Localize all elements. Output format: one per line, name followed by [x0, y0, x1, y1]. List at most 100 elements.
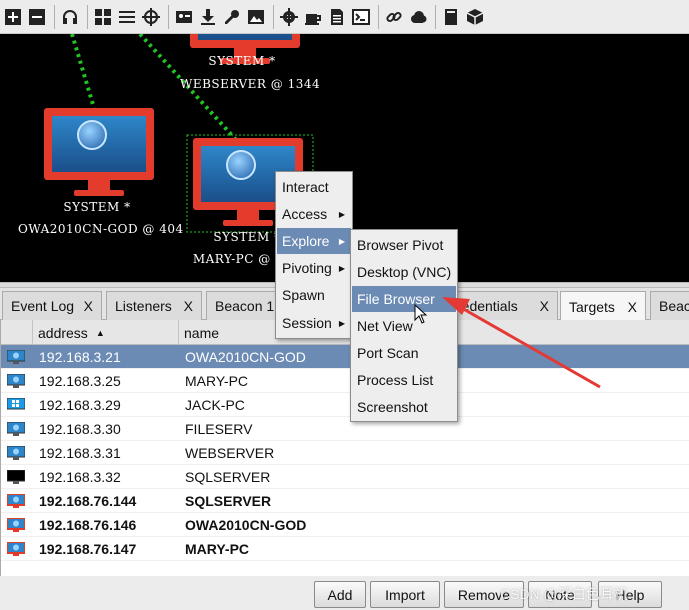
monitor-icon — [190, 34, 300, 48]
menu-item-label: Explore — [282, 233, 330, 249]
cell-address: 192.168.3.30 — [39, 421, 121, 437]
menu-item-interact[interactable]: Interact — [277, 174, 351, 200]
host-mary-label: MARY-PC @ 1 — [192, 252, 284, 266]
submenu-arrow-icon: ▶ — [338, 318, 345, 328]
cell-address: 192.168.3.29 — [39, 397, 121, 413]
cell-name: MARY-PC — [185, 373, 249, 389]
menu-item-pivoting[interactable]: Pivoting ▶ — [277, 255, 351, 281]
close-icon[interactable]: X — [628, 299, 637, 315]
sort-ascending-icon: ▲ — [95, 327, 105, 338]
annotation-arrow-icon — [442, 297, 601, 389]
list-view-icon[interactable] — [116, 4, 138, 30]
toolbar-separator — [378, 4, 379, 29]
compromised-host-icon — [6, 493, 26, 508]
coffee-icon[interactable] — [302, 4, 324, 30]
toolbar — [0, 0, 689, 34]
plus-icon[interactable] — [2, 4, 24, 30]
column-address[interactable]: address ▲ — [33, 320, 179, 345]
menu-item-screenshot[interactable]: Screenshot — [352, 394, 456, 420]
menu-item-label: Session — [282, 315, 332, 331]
cell-address: 192.168.76.147 — [39, 541, 137, 557]
table-row[interactable]: 192.168.3.30 FILESERV — [1, 417, 689, 441]
minus-icon[interactable] — [26, 4, 48, 30]
tab-label: Beac — [659, 298, 689, 314]
compromised-host-icon — [6, 517, 26, 532]
windows-host-icon — [6, 397, 26, 412]
submenu-arrow-icon: ▶ — [338, 209, 345, 219]
document-icon[interactable] — [326, 4, 348, 30]
toolbar-separator — [54, 4, 55, 29]
graph-view-icon[interactable] — [92, 4, 114, 30]
tab-event-log[interactable]: Event Log X — [2, 291, 102, 320]
menu-item-session[interactable]: Session ▶ — [277, 310, 351, 336]
menu-item-explore[interactable]: Explore ▶ — [277, 228, 351, 254]
tab-listeners[interactable]: Listeners X — [106, 291, 202, 320]
host-webserver-user: SYSTEM * — [208, 54, 276, 68]
cell-address: 192.168.76.144 — [39, 493, 137, 509]
host-mary-user: SYSTEM * — [213, 230, 281, 244]
mouse-cursor-icon — [414, 304, 428, 324]
table-row[interactable]: 192.168.3.29 JACK-PC — [1, 393, 689, 417]
host-webserver-label: WEBSERVER @ 1344 — [180, 77, 321, 91]
windows-host-icon — [6, 445, 26, 460]
image-icon[interactable] — [245, 4, 267, 30]
cell-address: 192.168.3.21 — [39, 349, 121, 365]
cell-address: 192.168.76.146 — [39, 517, 137, 533]
table-row[interactable]: 192.168.76.144 SQLSERVER — [1, 489, 689, 513]
menu-item-access[interactable]: Access ▶ — [277, 201, 351, 227]
menu-item-label: Pivoting — [282, 260, 332, 276]
download-icon[interactable] — [197, 4, 219, 30]
cell-name: SQLSERVER — [185, 493, 272, 509]
monitor-icon — [44, 108, 154, 180]
gear-icon[interactable] — [278, 4, 300, 30]
app-window: SYSTEM * WEBSERVER @ 1344 SYSTEM * OWA20… — [0, 0, 689, 610]
cell-name: OWA2010CN-GOD — [185, 517, 307, 533]
menu-item-browser-pivot[interactable]: Browser Pivot — [352, 232, 456, 258]
add-button[interactable]: Add — [314, 581, 366, 608]
tab-label: Listeners — [115, 298, 172, 314]
context-menu: Interact Access ▶ Explore ▶ Pivoting ▶ Spaw… — [275, 171, 353, 339]
book-icon[interactable] — [440, 4, 462, 30]
windows-host-icon — [6, 373, 26, 388]
import-button[interactable]: Import — [370, 581, 440, 608]
toolbar-separator — [168, 4, 169, 29]
compromised-host-icon — [6, 541, 26, 556]
windows-host-icon — [6, 349, 26, 364]
id-card-icon[interactable] — [173, 4, 195, 30]
table-row[interactable]: 192.168.76.146 OWA2010CN-GOD — [1, 513, 689, 537]
close-icon[interactable]: X — [84, 298, 93, 314]
cell-name: MARY-PC — [185, 541, 250, 557]
headphones-icon[interactable] — [59, 4, 81, 30]
cell-address: 192.168.3.32 — [39, 469, 121, 485]
toolbar-separator — [273, 4, 274, 29]
terminal-icon[interactable] — [350, 4, 372, 30]
column-label: address — [38, 324, 88, 341]
menu-item-spawn[interactable]: Spawn — [277, 282, 351, 308]
cell-name: WEBSERVER — [185, 445, 275, 461]
link-icon[interactable] — [383, 4, 405, 30]
host-owa-label: OWA2010CN-GOD @ 404 — [18, 222, 184, 236]
cell-name: JACK-PC — [185, 397, 245, 413]
cloud-icon[interactable] — [407, 4, 429, 30]
cell-name: SQLSERVER — [185, 469, 271, 485]
key-icon[interactable] — [221, 4, 243, 30]
column-label: name — [184, 324, 220, 341]
crosshair-icon[interactable] — [140, 4, 162, 30]
tab-label: Event Log — [11, 298, 75, 314]
unknown-host-icon — [6, 469, 26, 484]
watermark: CSDN @深白色耳机 — [500, 586, 628, 602]
table-row[interactable]: 192.168.76.147 MARY-PC — [1, 537, 689, 561]
toolbar-separator — [87, 4, 88, 29]
table-row[interactable]: 192.168.3.32 SQLSERVER — [1, 465, 689, 489]
column-icon[interactable] — [1, 320, 33, 345]
tab-label: Beacon 1 — [215, 298, 275, 314]
menu-item-label: Access — [282, 206, 328, 222]
package-icon[interactable] — [464, 4, 486, 30]
menu-item-desktop-vnc[interactable]: Desktop (VNC) — [352, 259, 456, 285]
close-icon[interactable]: X — [184, 298, 193, 314]
submenu-arrow-icon: ▶ — [338, 236, 345, 246]
cell-address: 192.168.3.25 — [39, 373, 121, 389]
table-row[interactable]: 192.168.3.31 WEBSERVER — [1, 441, 689, 465]
cell-name: OWA2010CN-GOD — [185, 349, 306, 365]
tab-beacon-2[interactable]: Beac — [650, 291, 689, 320]
